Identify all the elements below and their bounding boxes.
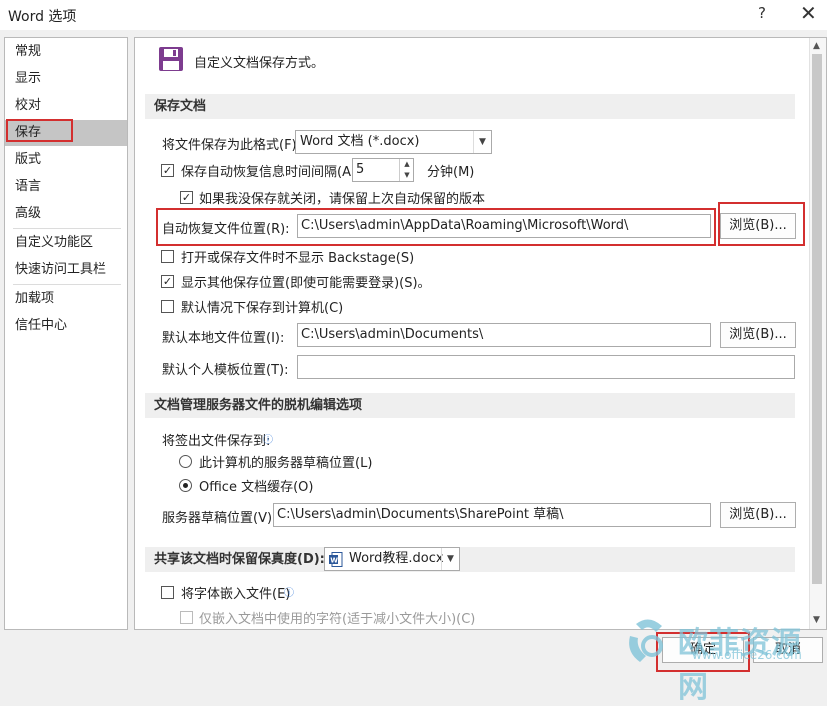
close-button[interactable]: ✕: [800, 1, 817, 25]
embed-fonts-checkbox[interactable]: [161, 586, 174, 599]
word-doc-icon: W: [329, 552, 343, 567]
embed-used-chars-label: 仅嵌入文档中使用的字符(适于减小文件大小)(C): [199, 612, 476, 627]
watermark-logo-icon: [629, 619, 663, 662]
drafts-location-label: 服务器草稿位置(V):: [162, 511, 277, 526]
nav-item-advanced[interactable]: 高级: [5, 201, 127, 227]
window-title: Word 选项: [8, 9, 77, 25]
radio-office-cache[interactable]: [179, 479, 192, 492]
no-backstage-checkbox[interactable]: [161, 250, 174, 263]
nav-item-addins[interactable]: 加载项: [5, 286, 127, 312]
local-location-label: 默认本地文件位置(I):: [162, 331, 285, 346]
radio-server-drafts[interactable]: [179, 455, 192, 468]
nav-item-display[interactable]: 显示: [5, 66, 127, 92]
browse-local-button[interactable]: 浏览(B)...: [720, 322, 796, 348]
chevron-down-icon: ▼: [473, 131, 491, 153]
fidelity-document-select[interactable]: W Word教程.docx ▼: [324, 547, 460, 571]
autorecover-location-label: 自动恢复文件位置(R):: [162, 222, 290, 237]
nav-item-trust-center[interactable]: 信任中心: [5, 313, 127, 339]
option-office-cache-label: Office 文档缓存(O): [199, 480, 314, 495]
watermark-url: www.office26.com: [692, 648, 802, 662]
watermark-brand: 欧菲资源网: [678, 626, 802, 705]
checkout-label: 将签出文件保存到:: [162, 434, 271, 449]
scroll-up-icon[interactable]: ▲: [813, 41, 820, 51]
nav-item-language[interactable]: 语言: [5, 174, 127, 200]
no-backstage-label: 打开或保存文件时不显示 Backstage(S): [181, 251, 415, 266]
nav-divider: [13, 284, 121, 285]
embed-fonts-label: 将字体嵌入文件(E): [181, 587, 291, 602]
fidelity-heading: 共享该文档时保留保真度(D):: [154, 552, 325, 567]
chevron-down-icon: ▼: [441, 548, 459, 570]
header-text: 自定义文档保存方式。: [194, 56, 325, 71]
template-location-label: 默认个人模板位置(T):: [162, 363, 289, 378]
section-fidelity: 共享该文档时保留保真度(D):: [145, 547, 795, 572]
nav-item-layout[interactable]: 版式: [5, 147, 127, 173]
option-server-drafts-label: 此计算机的服务器草稿位置(L): [199, 456, 373, 471]
nav-divider: [13, 228, 121, 229]
embed-used-chars-checkbox[interactable]: [180, 611, 193, 624]
nav-item-customize-ribbon[interactable]: 自定义功能区: [5, 230, 127, 256]
minutes-label: 分钟(M): [427, 165, 475, 180]
save-format-value: Word 文档 (*.docx): [300, 134, 420, 149]
nav-item-quick-access[interactable]: 快速访问工具栏: [5, 257, 127, 283]
keep-last-version-label: 如果我没保存就关闭，请保留上次自动保留的版本: [199, 192, 486, 207]
format-label: 将文件保存为此格式(F):: [162, 138, 302, 153]
section-save-documents: 保存文档: [145, 94, 795, 119]
drafts-location-input[interactable]: C:\Users\admin\Documents\SharePoint 草稿\: [273, 503, 711, 527]
save-icon: [159, 47, 183, 71]
info-icon: ⓘ: [263, 435, 273, 446]
template-location-input[interactable]: [297, 355, 795, 379]
options-nav: 常规 显示 校对 保存 版式 语言 高级 自定义功能区 快速访问工具栏 加载项 …: [4, 37, 128, 630]
title-bar: Word 选项 ? ✕: [0, 0, 827, 30]
show-other-locations-label: 显示其他保存位置(即使可能需要登录)(S)。: [181, 276, 431, 291]
save-format-select[interactable]: Word 文档 (*.docx) ▼: [295, 130, 492, 154]
show-other-locations-checkbox[interactable]: ✓: [161, 275, 174, 288]
browse-drafts-button[interactable]: 浏览(B)...: [720, 502, 796, 528]
autorecover-minutes-value: 5: [356, 162, 365, 177]
nav-item-proofing[interactable]: 校对: [5, 93, 127, 119]
section-offline-editing: 文档管理服务器文件的脱机编辑选项: [145, 393, 795, 418]
nav-item-general[interactable]: 常规: [5, 39, 127, 65]
save-highlight-box: [6, 119, 73, 142]
scrollbar-thumb[interactable]: [812, 54, 822, 584]
help-button[interactable]: ?: [758, 4, 766, 22]
browse-autorecover-button[interactable]: 浏览(B)...: [720, 213, 796, 239]
svg-text:W: W: [330, 557, 338, 565]
default-computer-checkbox[interactable]: [161, 300, 174, 313]
fidelity-document-value: Word教程.docx: [349, 551, 444, 566]
autorecover-label: 保存自动恢复信息时间间隔(A): [181, 165, 357, 180]
info-icon: ⓘ: [284, 588, 294, 599]
autorecover-location-input[interactable]: C:\Users\admin\AppData\Roaming\Microsoft…: [297, 214, 711, 238]
spinner-arrows-icon[interactable]: ▲ ▼: [399, 159, 414, 181]
default-computer-label: 默认情况下保存到计算机(C): [181, 301, 344, 316]
autorecover-checkbox[interactable]: ✓: [161, 164, 174, 177]
keep-last-version-checkbox[interactable]: ✓: [180, 191, 193, 204]
local-location-input[interactable]: C:\Users\admin\Documents\: [297, 323, 711, 347]
